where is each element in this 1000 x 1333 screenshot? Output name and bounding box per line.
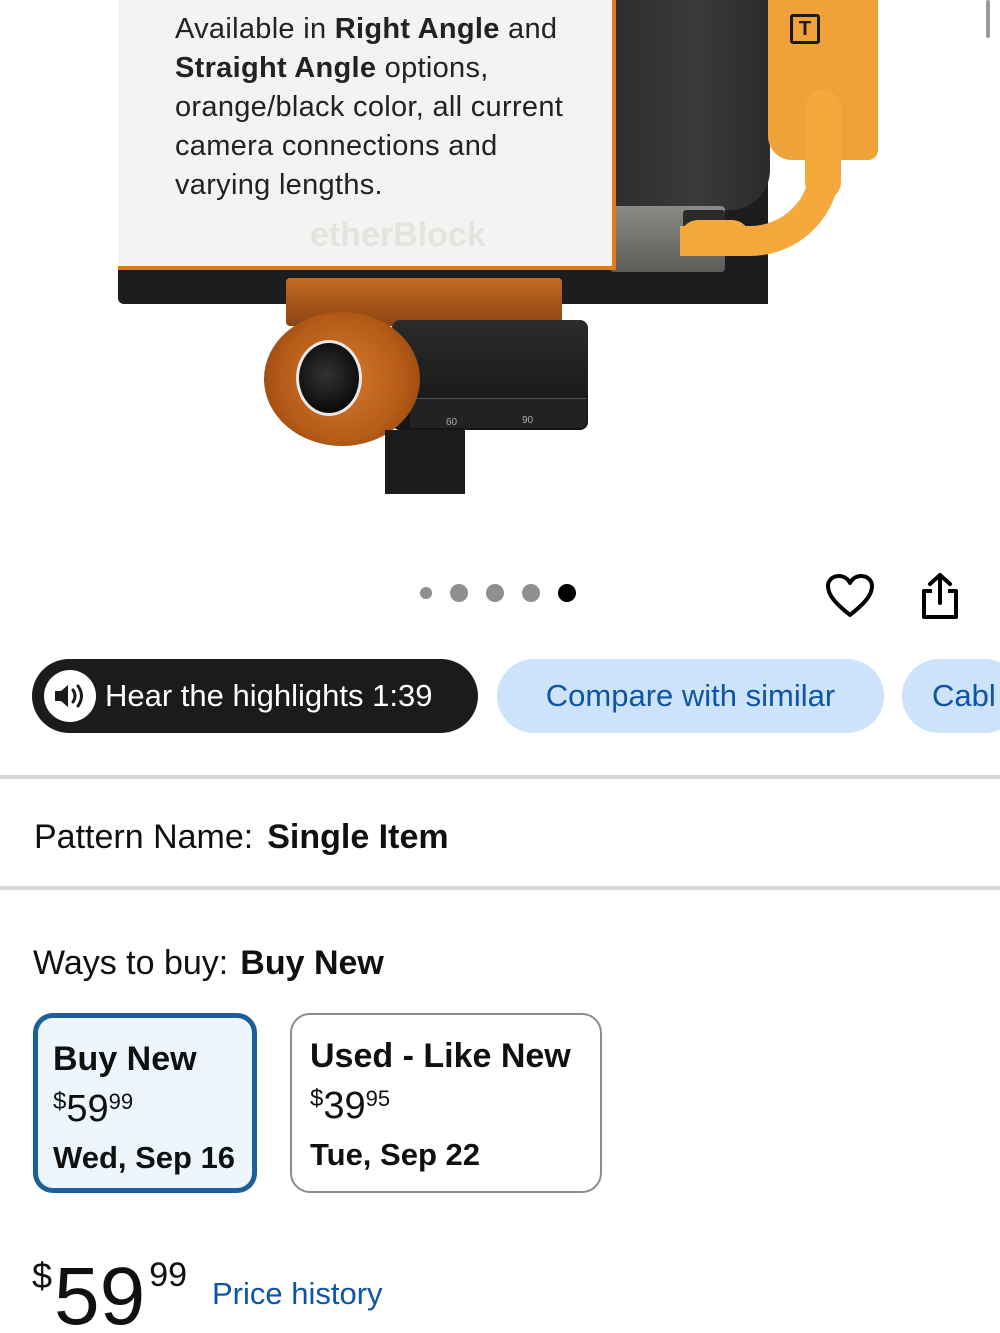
option-delivery-date: Wed, Sep 16 [53, 1140, 236, 1175]
pattern-label: Pattern Name: [34, 818, 254, 856]
scale-tick-label: 90 [522, 415, 534, 426]
divider [0, 775, 1000, 779]
carousel-dot[interactable] [486, 584, 504, 602]
brand-logo-icon: T [790, 14, 820, 44]
option-delivery-date: Tue, Sep 22 [310, 1137, 480, 1172]
callout-emphasis: Straight Angle [175, 52, 377, 84]
speaker-icon [44, 670, 96, 722]
hear-highlights-label: Hear the highlights 1:39 [105, 678, 433, 713]
share-icon [922, 573, 958, 619]
ways-to-buy-value: Buy New [240, 944, 384, 982]
ways-to-buy: Ways to buy: Buy New [33, 944, 384, 983]
option-price-cents: 95 [365, 1086, 391, 1111]
option-price-whole: 39 [323, 1085, 366, 1127]
product-price: $59 99 [32, 1234, 187, 1333]
option-price-currency: $ [53, 1088, 67, 1115]
ways-to-buy-label: Ways to buy: [33, 944, 229, 982]
compare-similar-label: Compare with similar [545, 678, 836, 713]
carousel-dots[interactable] [420, 584, 576, 602]
carousel-dot[interactable] [450, 584, 468, 602]
cable-pill-button[interactable]: Cabl [902, 659, 1000, 733]
buy-option-used[interactable]: Used - Like New $3995 Tue, Sep 22 [290, 1013, 602, 1193]
scale-tick-label: 60 [446, 417, 458, 428]
option-price-cents: 99 [108, 1089, 134, 1114]
carousel-dot-active[interactable] [558, 584, 576, 602]
compare-similar-button[interactable]: Compare with similar [497, 659, 884, 733]
pattern-value: Single Item [267, 818, 449, 856]
scroll-indicator[interactable] [986, 0, 990, 38]
cable-pill-label: Cabl [932, 678, 996, 713]
callout-segment: Available in [175, 13, 335, 45]
price-history-link[interactable]: Price history [212, 1276, 383, 1312]
divider [0, 886, 1000, 890]
favorite-button[interactable] [822, 568, 878, 624]
option-price-whole: 59 [66, 1088, 109, 1130]
option-price: $3995 [310, 1085, 390, 1128]
option-price: $5999 [53, 1088, 133, 1131]
share-button[interactable] [912, 568, 968, 624]
buy-option-new[interactable]: Buy New $5999 Wed, Sep 16 [33, 1013, 257, 1193]
brand-watermark: etherBlock [310, 216, 486, 254]
image-callout: Available in Right Angle and Straight An… [118, 0, 616, 270]
price-whole: 59 [54, 1251, 146, 1333]
carousel-dot[interactable] [522, 584, 540, 602]
heart-icon [826, 574, 874, 617]
callout-text: Available in Right Angle and Straight An… [175, 10, 595, 205]
tripod-knob-center [296, 340, 362, 416]
price-currency: $ [32, 1255, 53, 1296]
cable-vertical [805, 90, 841, 200]
tripod-post [385, 430, 465, 494]
callout-segment: and [499, 13, 558, 45]
option-title: Used - Like New [310, 1037, 571, 1075]
hear-highlights-button[interactable]: Hear the highlights 1:39 [32, 659, 478, 733]
carousel-dot[interactable] [420, 587, 432, 599]
product-image[interactable]: T Available in Right Angle and Straight … [0, 0, 1000, 540]
callout-emphasis: Right Angle [334, 13, 500, 45]
option-title: Buy New [53, 1040, 197, 1078]
price-cents: 99 [149, 1256, 188, 1294]
pattern-name: Pattern Name: Single Item [34, 818, 449, 857]
option-price-currency: $ [310, 1085, 324, 1112]
cable-end [680, 220, 750, 256]
tripod-scale: 60 90 [410, 398, 586, 428]
